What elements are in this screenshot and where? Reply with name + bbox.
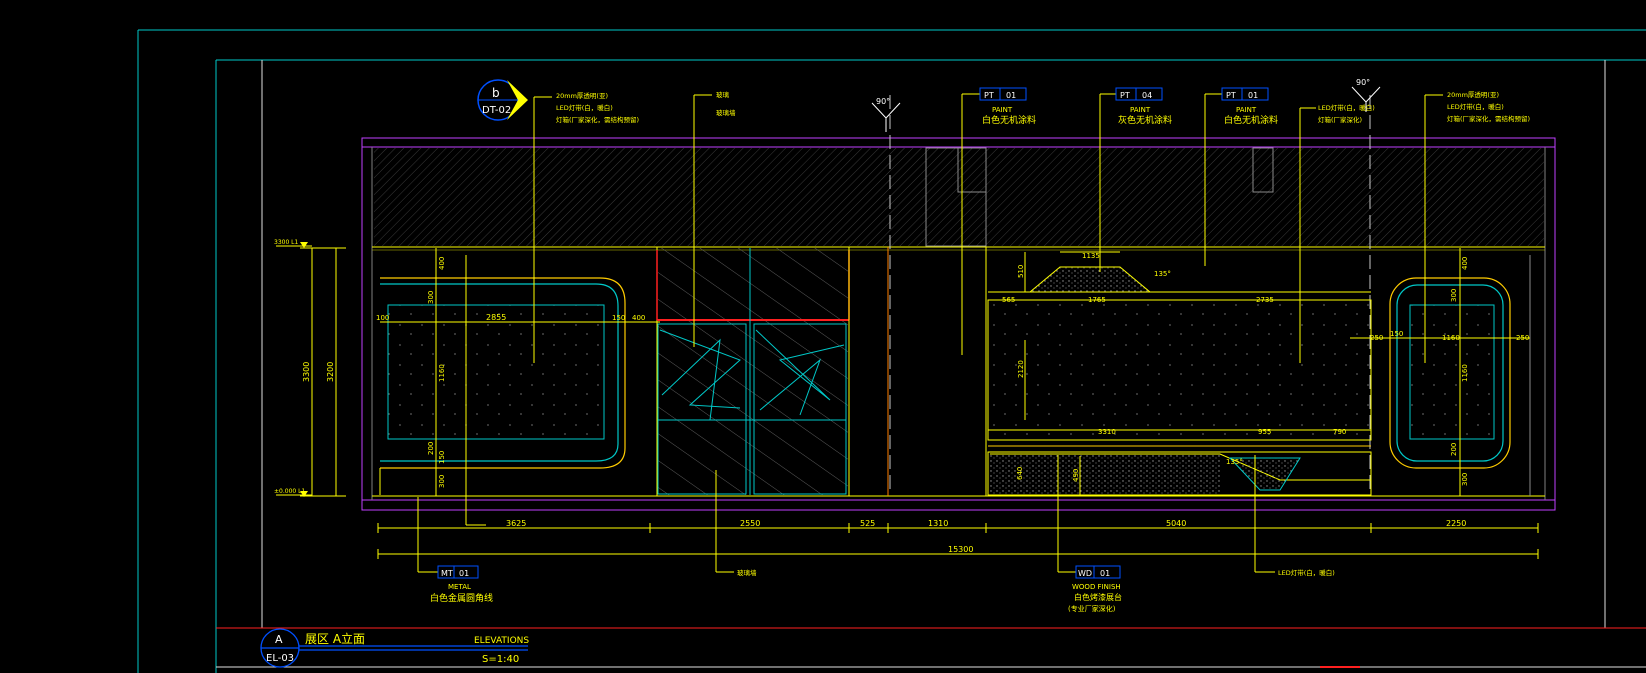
tag-pt01b-cn: 白色无机涂料 (1224, 114, 1278, 126)
dim-right-s2: 150 (1390, 330, 1403, 338)
tag-mt01-code: MT (441, 569, 453, 578)
dim-center-d5: 2735 (1256, 296, 1274, 304)
tag-pt01a-code: PT (984, 91, 994, 100)
dim-right-r1: 300 (1450, 289, 1458, 302)
note-right-3: 灯箱(厂家深化，需结构预留) (1447, 114, 1530, 123)
dim-right-s1: 250 (1370, 334, 1383, 342)
dim-center-d1: 1135 (1082, 252, 1100, 260)
dim-bottom-6: 2250 (1446, 519, 1466, 528)
ceiling-hatch (374, 148, 1544, 246)
dim-center-ang1: 135° (1154, 270, 1171, 278)
dim-right-top: 400 (1461, 257, 1469, 270)
drawing-title: 展区 A立面 (305, 631, 365, 646)
elevation-drawing: 90° 90° b DT-02 PT 01 PAINT 白色无机涂料 PT 04… (0, 0, 1646, 673)
note-glass-1: 玻璃 (716, 90, 730, 99)
angle-label-right: 90° (1356, 78, 1370, 87)
drawing-scale: S=1:40 (482, 654, 519, 665)
dim-left-s2: 400 (632, 314, 645, 322)
tag-wd01-num: 01 (1100, 569, 1110, 578)
note-left-3: 灯箱(厂家深化，需结构预留) (556, 115, 639, 124)
tag-mt01-num: 01 (459, 569, 469, 578)
note-left-1: 20mm厚透明(亚) (556, 92, 608, 100)
dim-left-b2: 150 (438, 451, 446, 464)
dim-center-d6: 2120 (1017, 360, 1025, 378)
tag-wd01-cn: 白色烤漆展台 (1074, 592, 1122, 602)
angle-label-left: 90° (876, 97, 890, 106)
dim-left-w: 2855 (486, 313, 506, 322)
dim-center-d8: 955 (1258, 428, 1271, 436)
dim-center-d11: 490 (1072, 469, 1080, 482)
dim-bottom-4: 1310 (928, 519, 948, 528)
section-ref-letter: b (492, 86, 500, 100)
tag-wd01-note: (专业厂家深化) (1068, 604, 1116, 613)
note-bottom-led: LED灯带(白，暖白) (1278, 568, 1335, 577)
tag-mt01-cn: 白色金属圆角线 (430, 592, 493, 604)
dim-right-s3: 250 (1516, 334, 1529, 342)
dim-bottom-2: 2550 (740, 519, 760, 528)
level-bottom: ±0.000 L1 (274, 488, 305, 495)
dim-total: 15300 (948, 545, 973, 554)
dim-center-d2: 510 (1017, 265, 1025, 278)
dim-overall-b: 3200 (326, 362, 335, 382)
note-bottom-glass: 玻璃墙 (737, 568, 757, 577)
drawing-title-en: ELEVATIONS (474, 636, 529, 646)
tag-pt04-num: 04 (1142, 91, 1152, 100)
dim-right-w: 1160 (1442, 334, 1460, 342)
note-led-right-1: LED灯带(白，暖白) (1318, 103, 1375, 112)
tag-pt01b-num: 01 (1248, 91, 1258, 100)
dim-bottom-3: 525 (860, 519, 875, 528)
dim-center-d7: 3310 (1098, 428, 1116, 436)
tag-pt01b-en: PAINT (1236, 106, 1257, 114)
section-ref-sheet: DT-02 (482, 105, 511, 116)
dim-overall-a: 3300 (302, 362, 311, 382)
level-top: 3300 L1 (274, 239, 299, 246)
dim-left-h: 1160 (438, 364, 446, 382)
tag-wd01-en: WOOD FINISH (1072, 583, 1121, 591)
dim-center-d10: 640 (1016, 467, 1024, 480)
tag-pt04-code: PT (1120, 91, 1130, 100)
note-led-right-2: 灯箱(厂家深化) (1318, 115, 1362, 124)
tag-mt01-en: METAL (448, 583, 471, 591)
dim-bottom-5: 5040 (1166, 519, 1186, 528)
drawing-id-letter: A (275, 633, 283, 646)
dim-right-b2: 300 (1461, 473, 1469, 486)
dim-center-d3: 565 (1002, 296, 1015, 304)
dim-left-top: 400 (438, 257, 446, 270)
tag-pt01a-cn: 白色无机涂料 (982, 114, 1036, 126)
dim-center-d4: 1765 (1088, 296, 1106, 304)
dim-left-r1: 300 (427, 291, 435, 304)
dim-left-side: 100 (376, 314, 389, 322)
dim-right-h: 1160 (1461, 364, 1469, 382)
tag-pt01a-num: 01 (1006, 91, 1016, 100)
tag-pt04-cn: 灰色无机涂料 (1118, 114, 1172, 126)
note-right-1: 20mm厚透明(亚) (1447, 91, 1499, 99)
glass-doors (656, 246, 850, 497)
dim-bottom-1: 3625 (506, 519, 526, 528)
dim-right-b1: 200 (1450, 443, 1458, 456)
drawing-id-sheet: EL-03 (266, 653, 294, 664)
tag-pt01a-en: PAINT (992, 106, 1013, 114)
tag-wd01-code: WD (1078, 569, 1092, 578)
note-glass-2: 玻璃墙 (716, 108, 736, 117)
tag-pt04-en: PAINT (1130, 106, 1151, 114)
dim-left-s1: 150 (612, 314, 625, 322)
dim-left-b3: 300 (438, 475, 446, 488)
note-left-2: LED灯带(白，暖白) (556, 103, 613, 112)
tag-pt01b-code: PT (1226, 91, 1236, 100)
dim-center-d9: 790 (1333, 428, 1346, 436)
note-right-2: LED灯带(白，暖白) (1447, 102, 1504, 111)
dim-left-b1: 200 (427, 442, 435, 455)
dim-center-ang2: 135° (1226, 458, 1243, 466)
